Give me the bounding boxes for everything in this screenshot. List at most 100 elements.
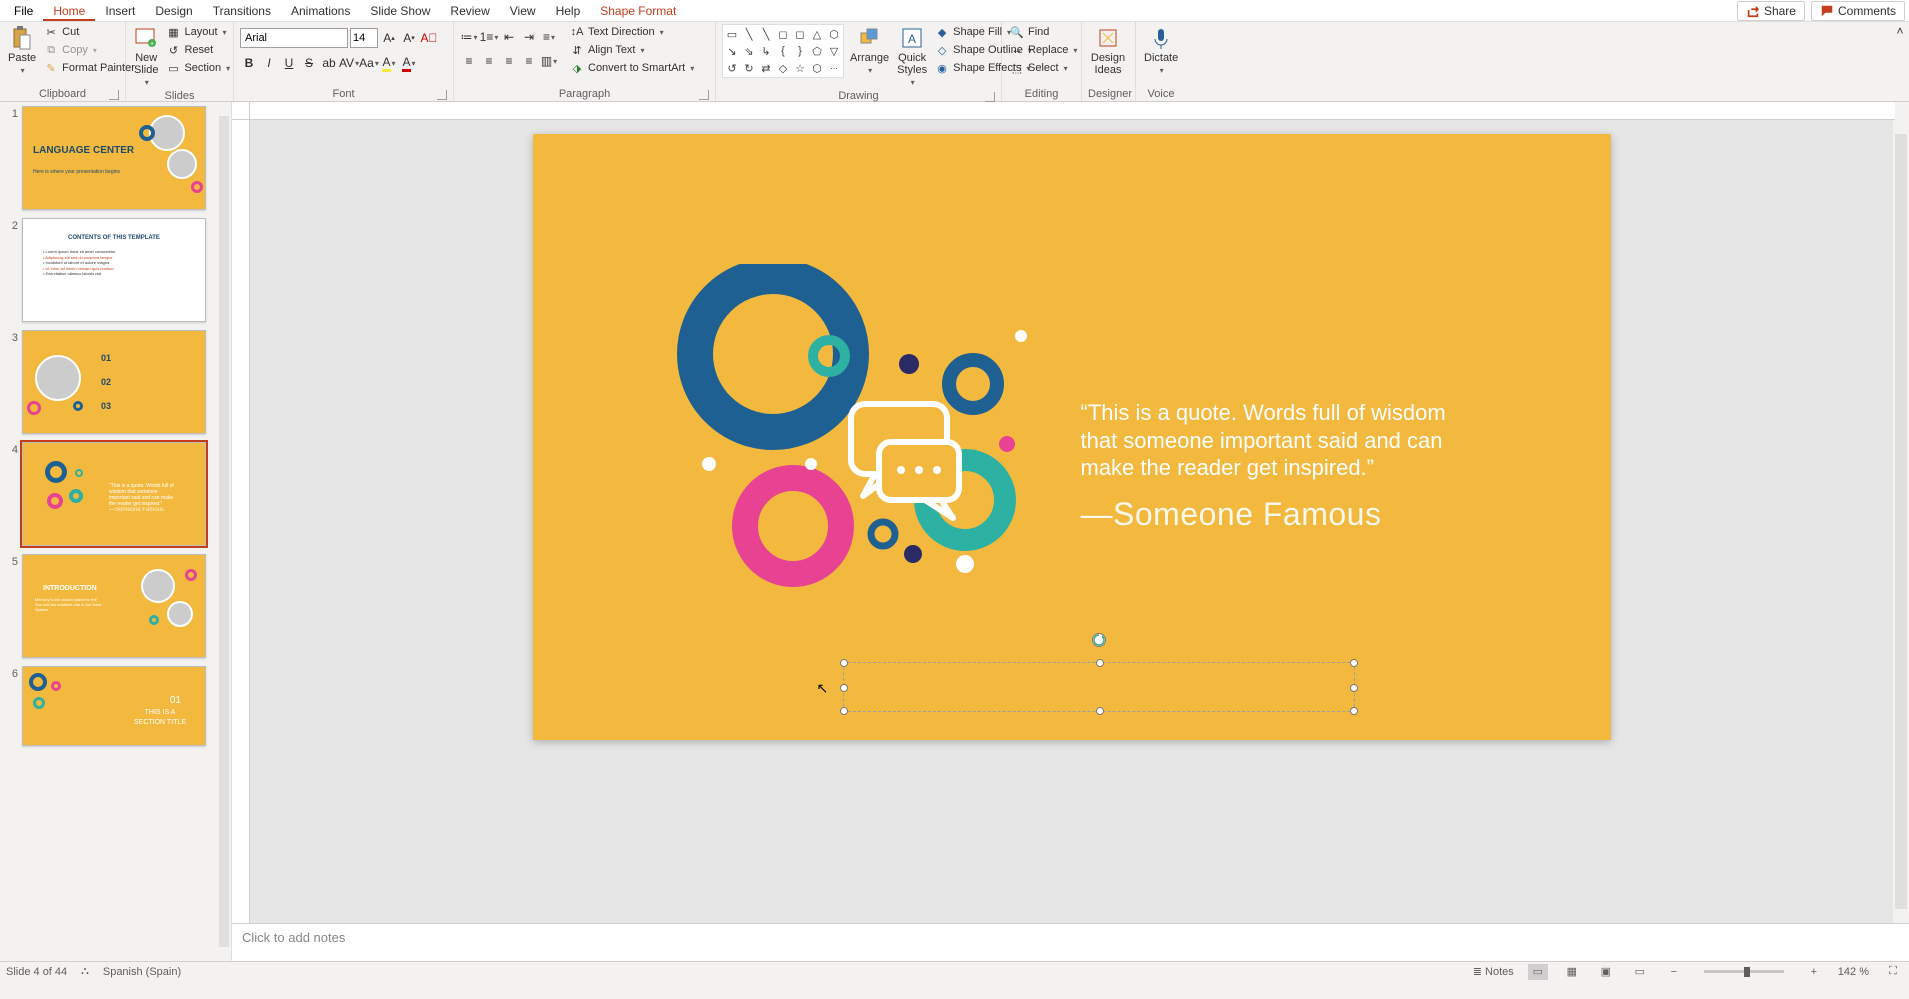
bold-button[interactable]: B bbox=[240, 54, 258, 72]
align-left-button[interactable]: ≡ bbox=[460, 52, 478, 70]
group-drawing: ▭╲╲◻◻△⬡ ↘⇘↳{}⬠▽ ↺↻⇄◇☆⬡⋯ Arrange▾ A Quick… bbox=[716, 22, 1002, 101]
thumbnail-pane[interactable]: 1 LANGUAGE CENTER Here is where your pre… bbox=[0, 102, 232, 961]
tab-view[interactable]: View bbox=[500, 1, 546, 21]
justify-button[interactable]: ≡ bbox=[520, 52, 538, 70]
design-ideas-button[interactable]: Design Ideas bbox=[1088, 24, 1128, 78]
font-size-input[interactable] bbox=[350, 28, 378, 48]
view-sorter-button[interactable]: ▦ bbox=[1562, 964, 1582, 980]
resize-handle[interactable] bbox=[1096, 659, 1104, 667]
char-spacing-button[interactable]: AV▾ bbox=[340, 54, 358, 72]
fit-to-window-button[interactable]: ⛶ bbox=[1883, 964, 1903, 980]
columns-button[interactable]: ▥▾ bbox=[540, 52, 558, 70]
shadow-button[interactable]: ab bbox=[320, 54, 338, 72]
dictate-button[interactable]: Dictate▾ bbox=[1142, 24, 1180, 77]
accessibility-icon[interactable]: ⛬ bbox=[81, 965, 89, 978]
tab-shape-format[interactable]: Shape Format bbox=[590, 1, 686, 21]
outdent-button[interactable]: ⇤ bbox=[500, 28, 518, 46]
notes-pane[interactable]: Click to add notes bbox=[232, 923, 1909, 961]
align-right-button[interactable]: ≡ bbox=[500, 52, 518, 70]
tab-review[interactable]: Review bbox=[440, 1, 499, 21]
resize-handle[interactable] bbox=[840, 659, 848, 667]
shrink-font-button[interactable]: A▾ bbox=[400, 29, 418, 47]
tab-help[interactable]: Help bbox=[546, 1, 591, 21]
font-name-input[interactable] bbox=[240, 28, 348, 48]
underline-button[interactable]: U bbox=[280, 54, 298, 72]
arrange-button[interactable]: Arrange▾ bbox=[848, 24, 891, 77]
strike-button[interactable]: S bbox=[300, 54, 318, 72]
thumb-6[interactable]: 01 THIS IS A SECTION TITLE bbox=[22, 666, 206, 746]
cut-icon: ✂ bbox=[44, 25, 58, 39]
zoom-in-button[interactable]: + bbox=[1804, 964, 1824, 980]
thumb-5[interactable]: INTRODUCTION Mercury is the closest plan… bbox=[22, 554, 206, 658]
section-button[interactable]: ▭Section▾ bbox=[164, 60, 232, 76]
text-direction-button[interactable]: ↕AText Direction▾ bbox=[568, 24, 696, 40]
rotate-handle[interactable] bbox=[1092, 633, 1106, 647]
clipboard-launcher[interactable] bbox=[109, 90, 119, 100]
resize-handle[interactable] bbox=[1096, 707, 1104, 715]
share-button[interactable]: Share bbox=[1737, 1, 1805, 21]
thumb-4[interactable]: "This is a quote. Words full of wisdom t… bbox=[22, 442, 206, 546]
italic-button[interactable]: I bbox=[260, 54, 278, 72]
font-color-button[interactable]: A▾ bbox=[400, 54, 418, 72]
status-language[interactable]: Spanish (Spain) bbox=[103, 966, 181, 978]
comments-button[interactable]: Comments bbox=[1811, 1, 1905, 21]
quick-styles-button[interactable]: A Quick Styles▾ bbox=[895, 24, 929, 89]
quote-block[interactable]: “This is a quote. Words full of wisdom t… bbox=[1081, 399, 1481, 533]
paragraph-launcher[interactable] bbox=[699, 90, 709, 100]
zoom-slider[interactable] bbox=[1704, 970, 1784, 973]
grow-font-button[interactable]: A▴ bbox=[380, 29, 398, 47]
clear-format-button[interactable]: A⃠ bbox=[420, 29, 438, 47]
view-reading-button[interactable]: ▣ bbox=[1596, 964, 1616, 980]
thumb-1[interactable]: LANGUAGE CENTER Here is where your prese… bbox=[22, 106, 206, 210]
collapse-ribbon-button[interactable]: ˄ bbox=[1891, 22, 1909, 101]
thumb-2[interactable]: CONTENTS OF THIS TEMPLATE • Lorem ipsum … bbox=[22, 218, 206, 322]
line-spacing-button[interactable]: ≡▾ bbox=[540, 28, 558, 46]
change-case-button[interactable]: Aa▾ bbox=[360, 54, 378, 72]
view-slideshow-button[interactable]: ▭ bbox=[1630, 964, 1650, 980]
tab-insert[interactable]: Insert bbox=[95, 1, 145, 21]
drawing-launcher[interactable] bbox=[985, 92, 995, 102]
tab-animations[interactable]: Animations bbox=[281, 1, 360, 21]
indent-button[interactable]: ⇥ bbox=[520, 28, 538, 46]
select-button[interactable]: ⬚Select▾ bbox=[1008, 60, 1079, 76]
numbering-button[interactable]: 1≡▾ bbox=[480, 28, 498, 46]
thumb-3[interactable]: 01 02 03 bbox=[22, 330, 206, 434]
thumb-scrollbar[interactable] bbox=[217, 102, 231, 961]
tab-slideshow[interactable]: Slide Show bbox=[360, 1, 440, 21]
font-launcher[interactable] bbox=[437, 90, 447, 100]
align-center-button[interactable]: ≡ bbox=[480, 52, 498, 70]
align-text-button[interactable]: ⇵Align Text▾ bbox=[568, 42, 696, 58]
smartart-button[interactable]: ⬗Convert to SmartArt▾ bbox=[568, 60, 696, 76]
copy-button[interactable]: ⧉Copy▾ bbox=[42, 42, 137, 58]
horizontal-ruler[interactable] bbox=[250, 102, 1895, 120]
resize-handle[interactable] bbox=[1350, 707, 1358, 715]
zoom-level[interactable]: 142 % bbox=[1838, 966, 1869, 978]
slide-canvas[interactable]: “This is a quote. Words full of wisdom t… bbox=[250, 120, 1893, 923]
tab-design[interactable]: Design bbox=[145, 1, 202, 21]
tab-file[interactable]: File bbox=[4, 1, 43, 21]
bullets-button[interactable]: ≔▾ bbox=[460, 28, 478, 46]
replace-button[interactable]: ↔Replace▾ bbox=[1008, 42, 1079, 58]
resize-handle[interactable] bbox=[840, 707, 848, 715]
tab-home[interactable]: Home bbox=[43, 1, 95, 21]
view-normal-button[interactable]: ▭ bbox=[1528, 964, 1548, 980]
svg-text:+: + bbox=[150, 41, 154, 48]
cut-button[interactable]: ✂Cut bbox=[42, 24, 137, 40]
reset-button[interactable]: ↺Reset bbox=[164, 42, 232, 58]
resize-handle[interactable] bbox=[1350, 684, 1358, 692]
format-painter-button[interactable]: ✎Format Painter bbox=[42, 60, 137, 76]
shapes-gallery[interactable]: ▭╲╲◻◻△⬡ ↘⇘↳{}⬠▽ ↺↻⇄◇☆⬡⋯ bbox=[722, 24, 844, 78]
notes-toggle[interactable]: ≣ Notes bbox=[1473, 965, 1514, 978]
selected-textbox[interactable] bbox=[843, 662, 1355, 712]
editor-scrollbar[interactable] bbox=[1893, 120, 1909, 923]
slide[interactable]: “This is a quote. Words full of wisdom t… bbox=[533, 134, 1611, 740]
resize-handle[interactable] bbox=[840, 684, 848, 692]
vertical-ruler[interactable] bbox=[232, 120, 250, 923]
layout-button[interactable]: ▦Layout▾ bbox=[164, 24, 232, 40]
resize-handle[interactable] bbox=[1350, 659, 1358, 667]
find-button[interactable]: 🔍Find bbox=[1008, 24, 1079, 40]
zoom-out-button[interactable]: − bbox=[1664, 964, 1684, 980]
tab-transitions[interactable]: Transitions bbox=[203, 1, 281, 21]
paste-button[interactable]: Paste▾ bbox=[6, 24, 38, 77]
highlight-button[interactable]: A▾ bbox=[380, 54, 398, 72]
